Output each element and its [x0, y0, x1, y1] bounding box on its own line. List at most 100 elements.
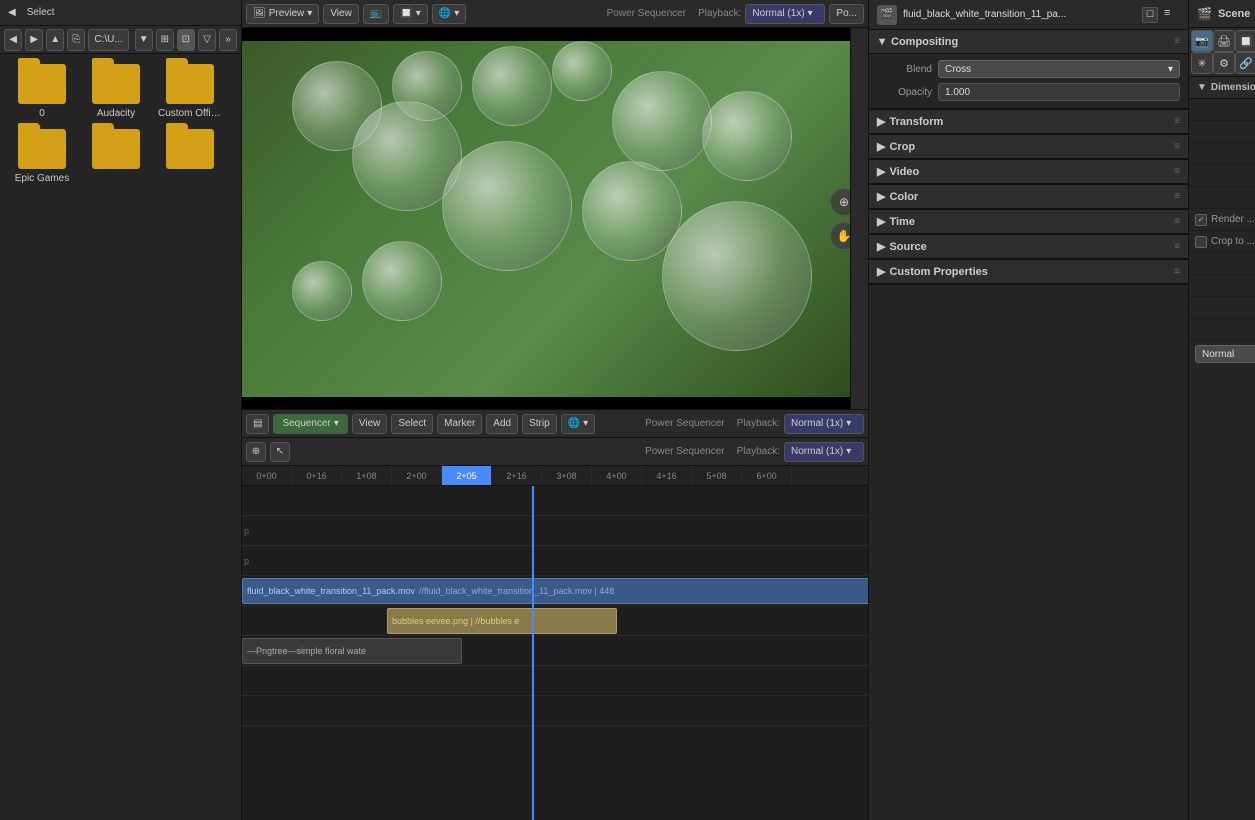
seq-playback2-dropdown[interactable]: Normal (1x) ▾ [784, 442, 864, 462]
compositing-section-header[interactable]: ▼ Compositing ≡ [869, 30, 1188, 54]
filter-btn[interactable]: ▼ [135, 29, 153, 51]
po-btn[interactable]: Po... [829, 4, 864, 24]
seq-clip-fluid[interactable]: fluid_black_white_transition_11_pack.mov… [242, 578, 868, 604]
playback-dropdown[interactable]: Normal (1x) ▾ [745, 4, 825, 24]
render-checkbox[interactable]: ✓ [1195, 214, 1207, 226]
seq-playhead[interactable] [532, 486, 534, 820]
crop-section-header[interactable]: ▶ Crop ≡ [869, 135, 1188, 159]
render-check-label: Render ... [1211, 214, 1255, 225]
sequencer-dropdown[interactable]: Sequencer ▾ [273, 414, 347, 434]
nav-back-btn[interactable]: ◀ [4, 29, 22, 51]
path-display[interactable]: C:\U... [88, 29, 128, 51]
preview-scrollbar[interactable] [850, 28, 868, 409]
video-section-header[interactable]: ▶ Video ≡ [869, 160, 1188, 184]
opacity-value[interactable]: 1.000 [938, 83, 1180, 101]
dimensions-section-header[interactable]: ▼ Dimensions ≡ [1189, 77, 1255, 99]
seq-globe-btn[interactable]: 🌐 ▾ [561, 414, 595, 434]
more-btn[interactable]: » [219, 29, 237, 51]
seq-label: Sequencer [282, 418, 330, 429]
channel-icon: 🔲 [400, 8, 412, 19]
view-mode-list[interactable]: ⊞ [156, 29, 174, 51]
seq-strip-btn[interactable]: Strip [522, 414, 557, 434]
color-section: ▶ Color ≡ [869, 185, 1188, 210]
file-item-folder5[interactable] [158, 129, 222, 184]
preview-label: Preview [269, 8, 305, 19]
channel-dropdown: ▾ [416, 8, 421, 19]
time-section-header[interactable]: ▶ Time ≡ [869, 210, 1188, 234]
prop-tab-constraints[interactable]: 🔗 [1235, 52, 1255, 74]
percent-row: % 100% [1189, 143, 1255, 165]
file-item-folder4[interactable] [84, 129, 148, 184]
seq-add-btn[interactable]: Add [486, 414, 518, 434]
prop-tab-physics[interactable]: ⚙ [1213, 52, 1235, 74]
seq-clip-pngtree[interactable]: —Pngtree—simple floral wate [242, 638, 462, 664]
view-menu-btn[interactable]: ◀ [4, 7, 20, 18]
nav-forward-btn[interactable]: ▶ [25, 29, 43, 51]
normal-dropdown[interactable]: Normal ▾ [1195, 345, 1255, 363]
seq-marker-btn[interactable]: Marker [437, 414, 482, 434]
seq-cursor-btn[interactable]: ↖ [270, 442, 290, 462]
color-section-header[interactable]: ▶ Color ≡ [869, 185, 1188, 209]
custom-props-extra-icon: ≡ [1174, 266, 1180, 277]
seq-clip-bubbles-label: bubbles eevee.png | //bubbles e [392, 616, 519, 626]
channel-btn[interactable]: 🔲 ▾ [393, 4, 427, 24]
frame-step-label: Step [1195, 302, 1255, 313]
prop-tab-particles[interactable]: ✳ [1191, 52, 1213, 74]
orb-10 [662, 201, 812, 351]
nav-up-btn[interactable]: ▲ [46, 29, 64, 51]
orb-5 [552, 41, 612, 101]
file-item-0[interactable]: 0 [10, 64, 74, 119]
seq-playback-label: Playback: [737, 418, 780, 429]
seq-playback-dropdown[interactable]: Normal (1x) ▾ [784, 414, 864, 434]
file-item-custom[interactable]: Custom Offic... [158, 64, 222, 119]
source-section-header[interactable]: ▶ Source ≡ [869, 235, 1188, 259]
seq-view-btn[interactable]: View [352, 414, 388, 434]
seq-select-btn[interactable]: Select [391, 414, 433, 434]
display-btn[interactable]: 📺 [363, 4, 389, 24]
time-1-08: 1+08 [342, 466, 392, 485]
dimensions-label: Dimensions [1211, 82, 1255, 93]
source-section: ▶ Source ≡ [869, 235, 1188, 260]
seq-icon-btn[interactable]: ▤ [246, 414, 269, 434]
file-item-epic[interactable]: Epic Games [10, 129, 74, 184]
seq-clip-bubbles[interactable]: bubbles eevee.png | //bubbles e [387, 608, 617, 634]
seq-track-empty-2: p [242, 516, 868, 546]
preview-icon-btn[interactable]: 🖼 Preview ▾ [246, 4, 319, 24]
opacity-label: Opacity [877, 87, 932, 98]
view-btn[interactable]: View [323, 4, 359, 24]
strip-checkbox[interactable]: ☐ [1142, 7, 1158, 23]
crop-to-row: Crop to ... [1189, 231, 1255, 253]
sequencer-content: 0+00 0+16 1+08 2+00 2+05 2+16 3+08 4+00 … [242, 466, 868, 820]
filter-icon-btn[interactable]: ▽ [198, 29, 216, 51]
aspect-x-row: Aspect X 1.000 [1189, 165, 1255, 187]
strip-header: 🎬 fluid_black_white_transition_11_pa... … [869, 0, 1188, 30]
seq-icon-btn2[interactable]: ⊕ [246, 442, 266, 462]
crop-to-checkbox[interactable] [1195, 236, 1207, 248]
nav-bookmark-btn[interactable]: ⎘ [67, 29, 85, 51]
select-menu-btn[interactable]: Select [23, 7, 59, 18]
seq-select-label: Select [398, 418, 426, 429]
compositing-label: Compositing [891, 36, 958, 48]
aspect-x-label: Aspect X [1195, 170, 1255, 181]
view-mode-grid[interactable]: ⊡ [177, 29, 195, 51]
transform-section-header[interactable]: ▶ Transform ≡ [869, 110, 1188, 134]
strip-menu-icon[interactable]: ≡ [1164, 7, 1180, 23]
globe-btn[interactable]: 🌐 ▾ [432, 4, 466, 24]
crop-label: Crop [889, 141, 915, 153]
prop-tab-render[interactable]: 📷 [1191, 30, 1213, 52]
custom-props-section-header[interactable]: ▶ Custom Properties ≡ [869, 260, 1188, 284]
seq-playback2-label: Playback: [737, 446, 780, 457]
time-extra-icon: ≡ [1174, 216, 1180, 227]
seq-playback-value: Normal (1x) [791, 418, 843, 429]
color-arrow-icon: ▶ [877, 190, 885, 203]
time-section: ▶ Time ≡ [869, 210, 1188, 235]
strip-type-icon: 🎬 [877, 5, 897, 25]
globe-dropdown: ▾ [454, 8, 459, 19]
playback-arrow: ▾ [808, 8, 813, 19]
compositing-body: Blend Cross ▾ Opacity 1.000 [869, 54, 1188, 109]
prop-tab-output[interactable]: 🖨 [1213, 30, 1235, 52]
blend-dropdown[interactable]: Cross ▾ [938, 60, 1180, 78]
prop-tab-view-layer[interactable]: 🔲 [1235, 30, 1255, 52]
file-nav-toolbar: ◀ ▶ ▲ ⎘ C:\U... ▼ ⊞ ⊡ ▽ » [0, 26, 241, 54]
file-item-audacity[interactable]: Audacity [84, 64, 148, 119]
